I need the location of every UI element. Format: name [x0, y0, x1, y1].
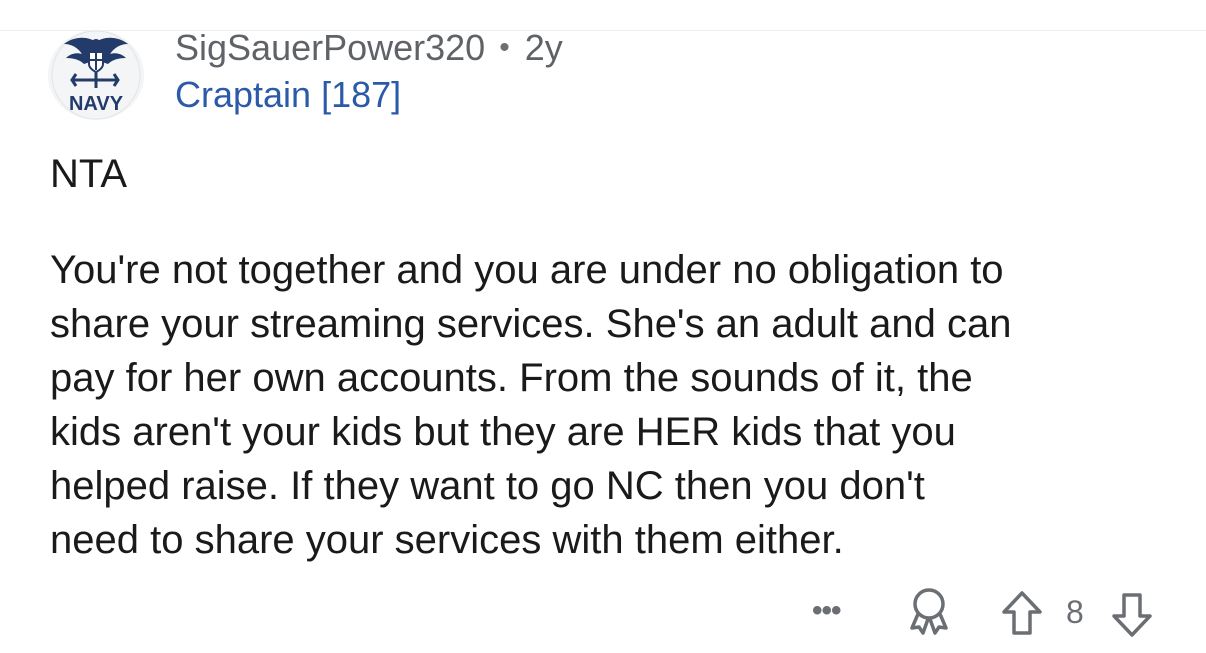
comment-body: NTA You're not together and you are unde…: [50, 147, 1180, 567]
award-ribbon-icon[interactable]: [904, 586, 954, 636]
avatar[interactable]: NAVY: [48, 30, 144, 120]
upvote-arrow-icon[interactable]: [1000, 590, 1044, 636]
comment-age: 2y: [524, 27, 563, 68]
more-options-button[interactable]: •••: [812, 596, 841, 626]
comment-paragraph: You're not together and you are under no…: [50, 248, 1012, 562]
separator-dot: •: [499, 31, 510, 64]
user-flair: Craptain [187]: [175, 74, 402, 115]
comment: NAVY SigSauerPower320 • 2y Craptain [187…: [0, 0, 1206, 653]
comment-header: SigSauerPower320 • 2y: [175, 24, 563, 75]
vote-score: 8: [1066, 594, 1084, 630]
comment-actions: ••• 8: [800, 586, 1170, 638]
downvote-arrow-icon[interactable]: [1110, 592, 1154, 638]
svg-text:NAVY: NAVY: [69, 93, 124, 115]
navy-emblem-icon: NAVY: [51, 30, 141, 120]
comment-paragraph: NTA: [50, 152, 128, 196]
username[interactable]: SigSauerPower320: [175, 24, 485, 72]
